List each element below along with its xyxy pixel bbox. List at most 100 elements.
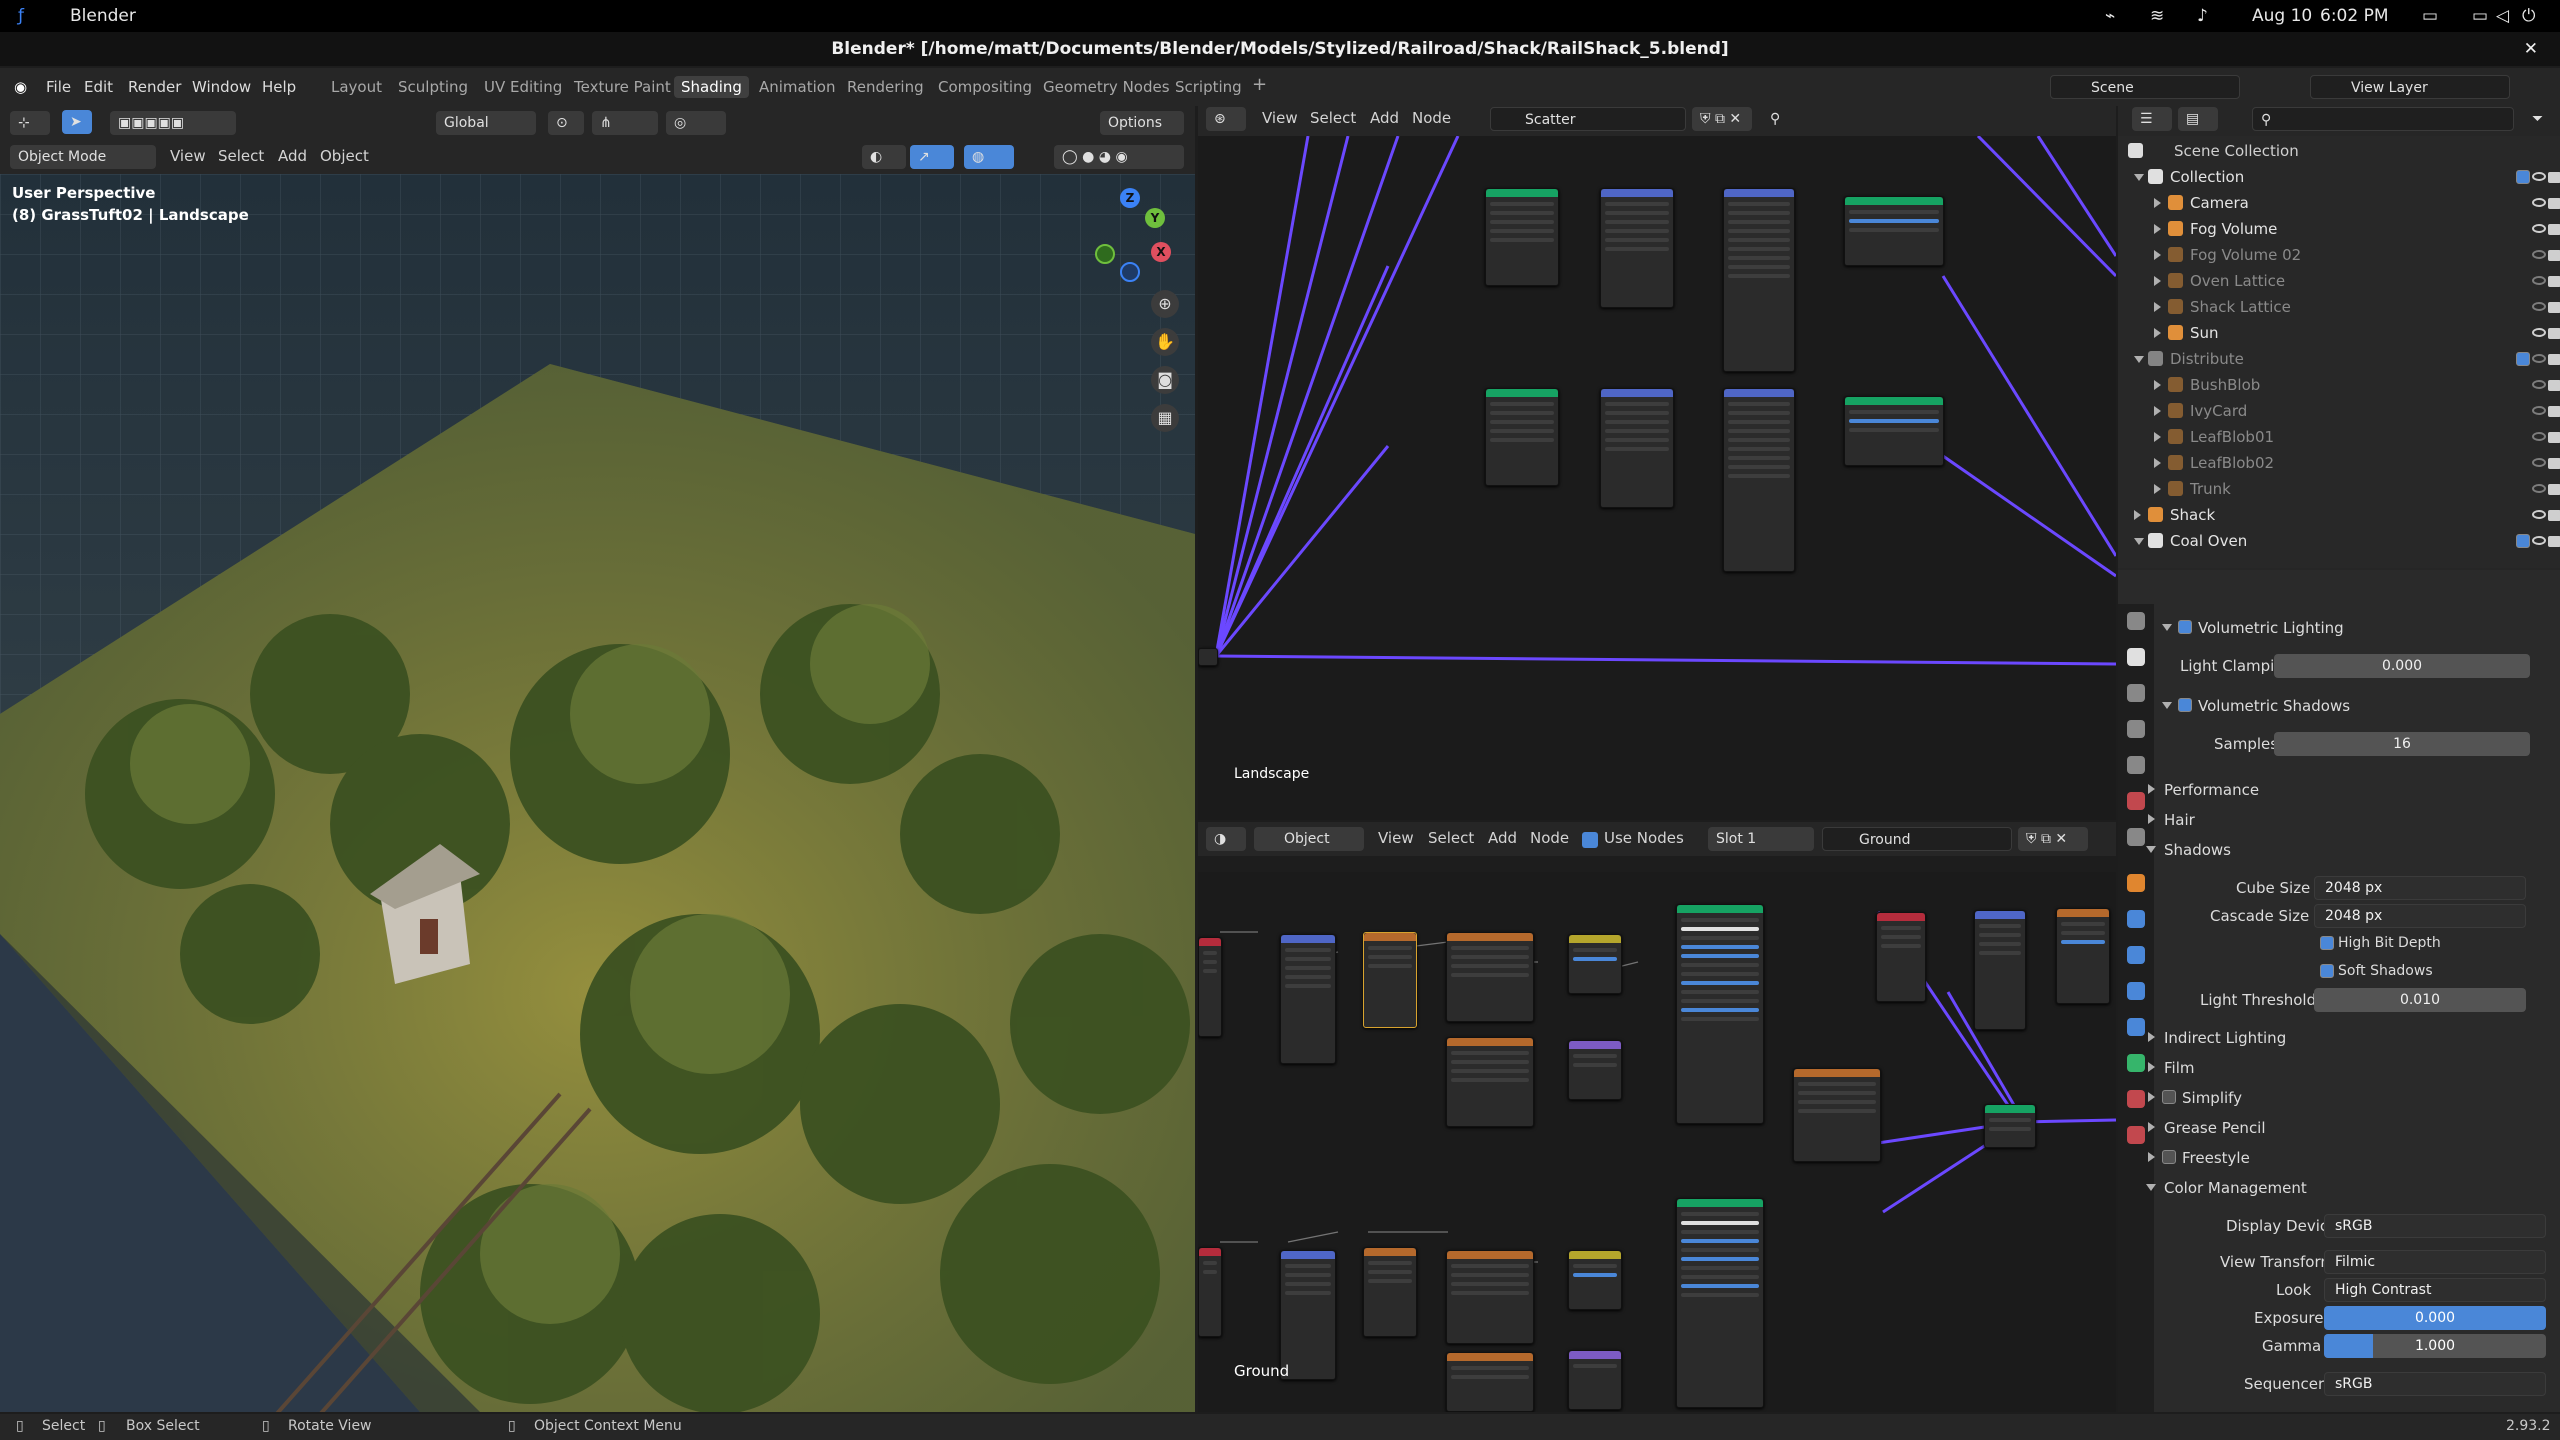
view-transform-dropdown[interactable]: Filmic [2324, 1250, 2546, 1274]
visibility-eye-icon[interactable] [2532, 328, 2546, 337]
point-distribute-node-2[interactable] [1485, 388, 1559, 486]
close-icon[interactable]: ✕ [2524, 32, 2538, 66]
visibility-eye-icon[interactable] [2532, 484, 2546, 493]
image-texture-node-2[interactable] [1446, 932, 1534, 1022]
principled-bsdf-node-2[interactable] [1676, 1198, 1764, 1408]
proportional-edit-icon[interactable]: ◎ [666, 111, 726, 135]
indirect-lighting-label[interactable]: Indirect Lighting [2164, 1029, 2286, 1047]
attribute-randomize-node[interactable] [1600, 188, 1674, 308]
editor-type-icon[interactable]: ⊹ [10, 111, 50, 135]
object-tab-icon[interactable] [2127, 874, 2145, 892]
image-texture-node-5[interactable] [1363, 1247, 1417, 1337]
transform-orientation[interactable]: Global [436, 111, 536, 135]
use-nodes-checkbox[interactable] [1582, 832, 1598, 848]
clipboard-icon[interactable]: ▭ [2422, 6, 2438, 26]
point-instance-node[interactable] [1844, 196, 1944, 266]
date[interactable]: Aug 10 [2252, 6, 2312, 26]
outliner-item-collection[interactable]: Collection [2118, 164, 2560, 190]
texture-tab-icon[interactable] [2127, 1126, 2145, 1144]
world-tab-icon[interactable] [2127, 792, 2145, 810]
power-icon[interactable]: ⏻ [2522, 6, 2535, 26]
volumetric-shadows-label[interactable]: Volumetric Shadows [2198, 697, 2350, 715]
exclude-checkbox[interactable] [2516, 534, 2530, 548]
outliner-item-shack-lattice[interactable]: Shack Lattice [2118, 294, 2560, 320]
simplify-checkbox[interactable] [2162, 1090, 2176, 1104]
tab-animation[interactable]: Animation [752, 76, 842, 98]
render-camera-icon[interactable] [2548, 276, 2560, 287]
visibility-eye-icon[interactable] [2532, 536, 2546, 545]
data-tab-icon[interactable] [2127, 1054, 2145, 1072]
slot-selector[interactable]: Slot 1 [1708, 827, 1814, 851]
outliner-item-sun[interactable]: Sun [2118, 320, 2560, 346]
menu-edit[interactable]: Edit [84, 78, 113, 96]
volume-icon[interactable]: ◁ [2496, 6, 2509, 26]
samples-field[interactable]: 16 [2274, 732, 2530, 756]
render-camera-icon[interactable] [2548, 510, 2560, 521]
hair-label[interactable]: Hair [2164, 811, 2195, 829]
expand-icon[interactable] [2154, 406, 2161, 416]
geo-menu-view[interactable]: View [1262, 109, 1298, 127]
display-device-dropdown[interactable]: sRGB [2324, 1214, 2546, 1238]
expand-icon[interactable] [2154, 458, 2161, 468]
outliner-item-leafblob02[interactable]: LeafBlob02 [2118, 450, 2560, 476]
performance-label[interactable]: Performance [2164, 781, 2259, 799]
shader-editor-type-icon[interactable]: ◑ [1206, 827, 1246, 851]
grease-pencil-panel[interactable]: Grease Pencil [2148, 1114, 2560, 1142]
expand-icon[interactable] [2154, 380, 2161, 390]
expand-icon[interactable] [2154, 432, 2161, 442]
soft-shadows-checkbox[interactable] [2320, 964, 2334, 978]
geo-menu-node[interactable]: Node [1412, 109, 1451, 127]
expand-icon[interactable] [2134, 356, 2144, 363]
render-camera-icon[interactable] [2548, 302, 2560, 313]
outliner-item-fog-volume[interactable]: Fog Volume [2118, 216, 2560, 242]
visibility-eye-icon[interactable] [2532, 380, 2546, 389]
attribute-randomize-node-2[interactable] [1723, 188, 1795, 372]
tab-uv-editing[interactable]: UV Editing [477, 76, 569, 98]
exposure-slider[interactable]: 0.000 [2324, 1306, 2546, 1330]
exclude-checkbox[interactable] [2516, 352, 2530, 366]
tab-sculpting[interactable]: Sculpting [391, 76, 475, 98]
expand-icon[interactable] [2162, 702, 2172, 709]
ortho-grid-icon[interactable]: ▦ [1151, 404, 1179, 432]
node-tree-selector[interactable]: Scatter [1490, 107, 1686, 131]
texture-coordinate-node-2[interactable] [1876, 912, 1926, 1002]
viewport-menu-view[interactable]: View [170, 147, 206, 165]
texture-coordinate-node-3[interactable] [1198, 1247, 1222, 1337]
render-camera-icon[interactable] [2548, 484, 2560, 495]
geometry-node-editor[interactable]: Landscape [1198, 136, 2116, 820]
attribute-randomize-node-4[interactable] [1723, 388, 1795, 572]
menu-window[interactable]: Window [192, 78, 251, 96]
look-dropdown[interactable]: High Contrast [2324, 1278, 2546, 1302]
render-camera-icon[interactable] [2548, 380, 2560, 391]
gizmo-neg-z[interactable] [1120, 262, 1140, 282]
steam-icon[interactable]: ♪ [2197, 6, 2208, 26]
cascade-size-dropdown[interactable]: 2048 px [2314, 904, 2526, 928]
expand-icon[interactable] [2162, 624, 2172, 631]
select-tool-icon[interactable]: ➤ [62, 110, 92, 134]
tab-layout[interactable]: Layout [324, 76, 389, 98]
zoom-icon[interactable]: ⊕ [1151, 290, 1179, 318]
collapse-icon[interactable] [2148, 1062, 2155, 1072]
performance-panel[interactable]: Performance [2148, 776, 2560, 804]
expand-icon[interactable] [2146, 846, 2156, 853]
outliner-item-coal-oven[interactable]: Coal Oven [2118, 528, 2560, 554]
image-texture-node-7[interactable] [1446, 1352, 1534, 1412]
shader-menu-view[interactable]: View [1378, 829, 1414, 847]
visibility-eye-icon[interactable] [2532, 510, 2546, 519]
tab-compositing[interactable]: Compositing [931, 76, 1039, 98]
app-name[interactable]: Blender [70, 6, 136, 26]
viewport-menu-select[interactable]: Select [218, 147, 264, 165]
outliner-item-bushblob[interactable]: BushBlob [2118, 372, 2560, 398]
principled-bsdf-node[interactable] [1676, 904, 1764, 1124]
mapping-node-2[interactable] [1974, 910, 2026, 1030]
node-tree-buttons[interactable]: ⛨ ⧉ ✕ [1692, 107, 1752, 131]
exclude-checkbox[interactable] [2516, 170, 2530, 184]
mapping-node[interactable] [1280, 934, 1336, 1064]
volumetric-lighting-label[interactable]: Volumetric Lighting [2198, 619, 2344, 637]
render-camera-icon[interactable] [2548, 536, 2560, 547]
shader-menu-node[interactable]: Node [1530, 829, 1569, 847]
outliner-item-trunk[interactable]: Trunk [2118, 476, 2560, 502]
gizmo-toggle-icon[interactable]: ↗ [910, 145, 954, 169]
tab-texture-paint[interactable]: Texture Paint [567, 76, 678, 98]
expand-icon[interactable] [2154, 302, 2161, 312]
